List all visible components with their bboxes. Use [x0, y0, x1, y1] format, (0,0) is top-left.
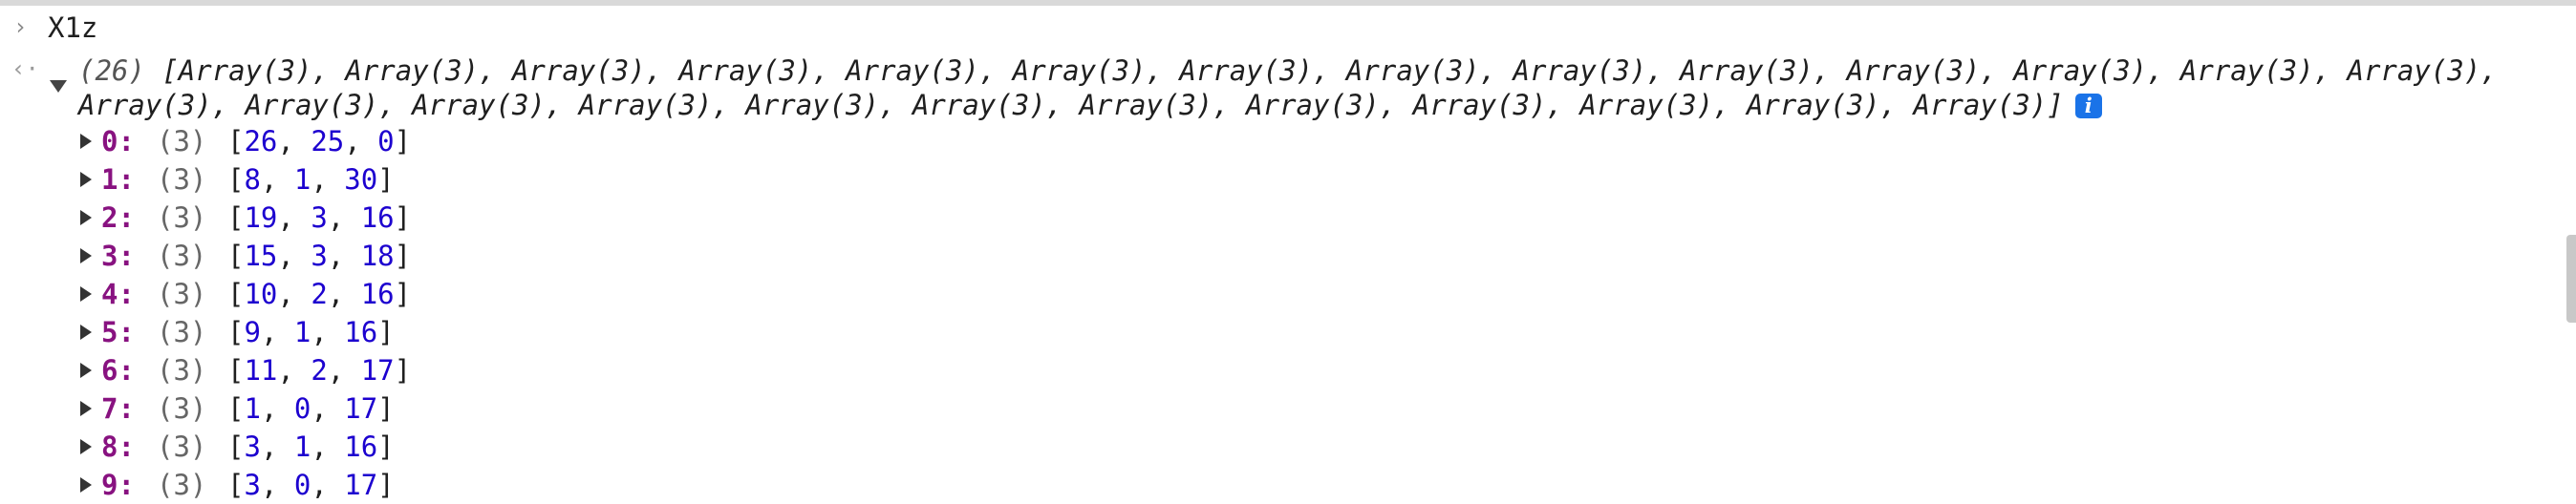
entry-value: 2: [311, 354, 328, 387]
entry-value: 1: [293, 430, 311, 463]
entry-values: [3, 1, 16]: [227, 430, 395, 463]
entry-value: 17: [344, 469, 378, 501]
entry-value: 26: [244, 125, 278, 158]
entry-index: 9:: [101, 469, 135, 501]
array-summary[interactable]: (26) [Array(3), Array(3), Array(3), Arra…: [78, 53, 2524, 122]
entry-values: [8, 1, 30]: [227, 163, 395, 196]
console-top-divider: [0, 0, 2576, 6]
entry-length: (3): [157, 316, 207, 348]
entry-length: (3): [157, 430, 207, 463]
entry-values: [26, 25, 0]: [227, 125, 412, 158]
console-input-command[interactable]: X1z: [48, 11, 97, 44]
entry-value: 25: [311, 125, 345, 158]
entry-length: (3): [157, 392, 207, 425]
entry-value: 16: [360, 278, 395, 310]
entry-length: (3): [157, 278, 207, 310]
entry-value: 11: [244, 354, 278, 387]
entry-value: 2: [311, 278, 328, 310]
entry-value: 16: [344, 430, 378, 463]
entry-value: 1: [244, 392, 261, 425]
entry-index: 5:: [101, 316, 135, 348]
entry-value: 3: [244, 430, 261, 463]
caret-right-icon[interactable]: [80, 248, 92, 263]
array-items-preview: [Array(3), Array(3), Array(3), Array(3),…: [78, 54, 2515, 121]
entry-value: 3: [311, 240, 328, 272]
entry-index: 2:: [101, 201, 135, 234]
console-input-row: › X1z: [0, 8, 2576, 46]
entry-length: (3): [157, 469, 207, 501]
entry-index: 4:: [101, 278, 135, 310]
info-icon[interactable]: i: [2074, 94, 2102, 118]
entry-values: [9, 1, 16]: [227, 316, 395, 348]
entry-value: 3: [244, 469, 261, 501]
entry-length: (3): [157, 240, 207, 272]
entry-length: (3): [157, 163, 207, 196]
entry-index: 0:: [101, 125, 135, 158]
caret-right-icon[interactable]: [80, 286, 92, 302]
entry-values: [10, 2, 16]: [227, 278, 412, 310]
caret-right-icon[interactable]: [80, 401, 92, 416]
entry-values: [11, 2, 17]: [227, 354, 412, 387]
entry-value: 1: [293, 163, 311, 196]
scrollbar-thumb[interactable]: [2566, 235, 2576, 323]
entry-value: 15: [244, 240, 278, 272]
entry-value: 9: [244, 316, 261, 348]
entry-value: 1: [293, 316, 311, 348]
caret-right-icon[interactable]: [80, 210, 92, 225]
entry-values: [1, 0, 17]: [227, 392, 395, 425]
chevron-right-icon: ›: [13, 13, 28, 40]
entry-value: 0: [293, 469, 311, 501]
entry-value: 30: [344, 163, 378, 196]
entry-value: 16: [360, 201, 395, 234]
entry-values: [19, 3, 16]: [227, 201, 412, 234]
entry-value: 18: [360, 240, 395, 272]
array-count: (26): [78, 54, 145, 87]
return-arrow-icon: ‹·: [11, 55, 39, 82]
caret-right-icon[interactable]: [80, 439, 92, 454]
entry-index: 3:: [101, 240, 135, 272]
entry-index: 8:: [101, 430, 135, 463]
entry-length: (3): [157, 201, 207, 234]
caret-right-icon[interactable]: [80, 363, 92, 378]
entry-value: 19: [244, 201, 278, 234]
caret-down-icon[interactable]: [50, 80, 67, 93]
entry-value: 3: [311, 201, 328, 234]
caret-right-icon[interactable]: [80, 477, 92, 493]
caret-right-icon[interactable]: [80, 325, 92, 340]
entry-value: 0: [377, 125, 395, 158]
entry-length: (3): [157, 354, 207, 387]
entry-length: (3): [157, 125, 207, 158]
entry-index: 6:: [101, 354, 135, 387]
caret-right-icon[interactable]: [80, 172, 92, 187]
entry-value: 17: [360, 354, 395, 387]
entry-value: 0: [293, 392, 311, 425]
entry-value: 17: [344, 392, 378, 425]
entry-values: [3, 0, 17]: [227, 469, 395, 501]
entry-value: 8: [244, 163, 261, 196]
entry-value: 10: [244, 278, 278, 310]
entry-value: 16: [344, 316, 378, 348]
entry-index: 1:: [101, 163, 135, 196]
caret-right-icon[interactable]: [80, 134, 92, 149]
entry-values: [15, 3, 18]: [227, 240, 412, 272]
entry-index: 7:: [101, 392, 135, 425]
